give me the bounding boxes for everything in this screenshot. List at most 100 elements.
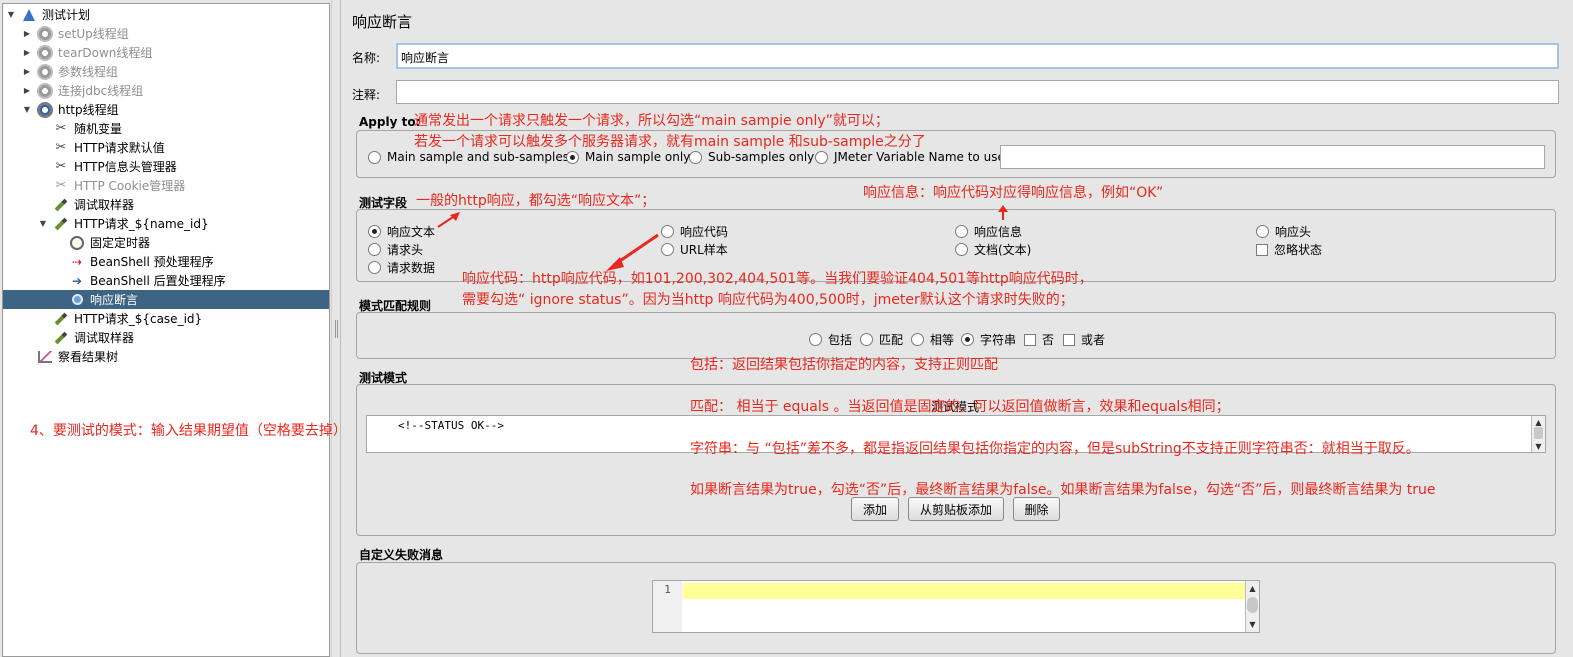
- radio-response-message[interactable]: 响应信息: [955, 223, 1022, 240]
- tree-node-label: setUp线程组: [58, 27, 129, 41]
- jmeter-variable-input[interactable]: [1000, 145, 1545, 169]
- pattern-row-value[interactable]: <!--STATUS OK-->: [398, 419, 504, 432]
- radio-jmeter-variable[interactable]: JMeter Variable Name to use: [815, 150, 1005, 164]
- expand-toggle-icon[interactable]: ▼: [6, 10, 16, 19]
- radio-icon: [368, 243, 381, 256]
- checkbox-label: 否: [1042, 333, 1055, 347]
- tree-node-beanshell-post[interactable]: ➔ BeanShell 后置处理程序: [3, 271, 226, 290]
- expand-toggle-icon[interactable]: ▶: [22, 48, 32, 57]
- checkbox-or[interactable]: 或者: [1063, 331, 1105, 348]
- radio-icon: [860, 333, 873, 346]
- annotation-negate: 如果断言结果为true，勾选“否”后，最终断言结果为false。如果断言结果为f…: [690, 482, 1436, 498]
- checkbox-icon: [1256, 243, 1268, 256]
- radio-response-text[interactable]: 响应文本: [368, 223, 435, 240]
- add-button[interactable]: 添加: [851, 497, 899, 521]
- tree-node-beanshell-pre[interactable]: ⇢ BeanShell 预处理程序: [3, 252, 214, 271]
- arrow-head: [450, 212, 460, 221]
- tree-node-cookie-manager[interactable]: ✂ HTTP Cookie管理器: [3, 176, 186, 195]
- radio-matches[interactable]: 匹配: [860, 331, 903, 348]
- radio-label: JMeter Variable Name to use: [834, 150, 1005, 164]
- radio-request-headers[interactable]: 请求头: [368, 241, 423, 258]
- scroll-thumb[interactable]: [1534, 427, 1543, 439]
- splitter-grip[interactable]: [335, 320, 338, 338]
- tree-node-response-assertion[interactable]: 响应断言: [3, 290, 329, 309]
- expand-toggle-icon[interactable]: ▼: [38, 219, 48, 228]
- radio-sub-only[interactable]: Sub-samples only: [689, 150, 814, 164]
- scroll-up-icon[interactable]: [1532, 416, 1545, 426]
- failure-message-editor[interactable]: 1: [652, 580, 1260, 633]
- radio-equals[interactable]: 相等: [911, 331, 954, 348]
- annotation-matches: 匹配： 相当于 equals 。当返回值是固定的，可以返回值做断言，效果和equ…: [690, 399, 1230, 415]
- tree-node-header-manager[interactable]: ✂ HTTP信息头管理器: [3, 157, 177, 176]
- add-from-clipboard-button[interactable]: 从剪贴板添加: [908, 497, 1004, 521]
- expand-toggle-icon[interactable]: ▶: [22, 86, 32, 95]
- radio-icon: [1256, 225, 1269, 238]
- pen-icon: [53, 216, 69, 232]
- tree-node-http-thread-group[interactable]: ▼ http线程组: [3, 100, 119, 119]
- test-field-title: 测试字段: [359, 196, 408, 210]
- tree-node-constant-timer[interactable]: 固定定时器: [3, 233, 150, 252]
- tree-node-debug-sampler-2[interactable]: 调试取样器: [3, 328, 134, 347]
- scroll-up-icon[interactable]: [1246, 581, 1259, 593]
- radio-icon: [368, 261, 381, 274]
- tree-node-label: http线程组: [58, 103, 119, 117]
- radio-label: 响应文本: [387, 225, 436, 239]
- radio-label: Main sample and sub-samples: [387, 150, 569, 164]
- annotation-contains: 包括：返回结果包括你指定的内容，支持正则匹配: [690, 357, 998, 373]
- tree-node-http-request-name[interactable]: ▼ HTTP请求_${name_id}: [3, 214, 209, 233]
- annotation-apply-to-2: 若发一个请求可以触发多个服务器请求，就有main sample 和sub-sam…: [414, 134, 926, 150]
- checkbox-not[interactable]: 否: [1024, 331, 1054, 348]
- tree-node-debug-sampler[interactable]: 调试取样器: [3, 195, 134, 214]
- tree-node-setup-thread-group[interactable]: ▶ setUp线程组: [3, 24, 129, 43]
- radio-label: 文档(文本): [974, 243, 1032, 257]
- radio-url-sample[interactable]: URL样本: [661, 241, 728, 258]
- radio-label: Sub-samples only: [708, 150, 815, 164]
- expand-toggle-icon[interactable]: ▶: [22, 29, 32, 38]
- radio-response-headers[interactable]: 响应头: [1256, 223, 1311, 240]
- comment-label: 注释:: [352, 88, 381, 102]
- tree-node-param-thread-group[interactable]: ▶ 参数线程组: [3, 62, 118, 81]
- test-plan-tree[interactable]: ▼ 测试计划 ▶ setUp线程组 ▶ tearDown线程组 ▶ 参数线程组 …: [2, 3, 330, 657]
- patterns-scrollbar[interactable]: [1531, 416, 1545, 452]
- scroll-thumb[interactable]: [1247, 597, 1258, 613]
- tree-node-jdbc-thread-group[interactable]: ▶ 连接jdbc线程组: [3, 81, 143, 100]
- scissors-icon: ✂: [55, 158, 67, 174]
- tree-node-view-results-tree[interactable]: 察看结果树: [3, 347, 118, 366]
- expand-toggle-icon[interactable]: ▶: [22, 67, 32, 76]
- radio-document-text[interactable]: 文档(文本): [955, 241, 1031, 258]
- scroll-down-icon[interactable]: [1532, 440, 1545, 450]
- radio-contains[interactable]: 包括: [809, 331, 852, 348]
- expand-toggle-icon[interactable]: ▼: [22, 105, 32, 114]
- radio-response-code[interactable]: 响应代码: [661, 223, 728, 240]
- tree-node-http-defaults[interactable]: ✂ HTTP请求默认值: [3, 138, 165, 157]
- delete-button[interactable]: 删除: [1013, 497, 1060, 521]
- tree-node-teardown-thread-group[interactable]: ▶ tearDown线程组: [3, 43, 152, 62]
- tree-node-http-request-case[interactable]: HTTP请求_${case_id}: [3, 309, 202, 328]
- tree-node-random-variable[interactable]: ✂ 随机变量: [3, 119, 122, 138]
- current-line-highlight[interactable]: [683, 583, 1245, 599]
- checkbox-label: 或者: [1081, 333, 1106, 347]
- radio-main-only[interactable]: Main sample only: [566, 150, 690, 164]
- pen-icon: [53, 330, 69, 346]
- name-field[interactable]: 响应断言: [396, 43, 1559, 69]
- annotation-apply-to-1: 通常发出一个请求只触发一个请求，所以勾选“main sampie only”就可…: [414, 113, 889, 129]
- line-number-gutter: 1: [653, 581, 682, 632]
- pen-icon: [53, 311, 69, 327]
- radio-substring[interactable]: 字符串: [961, 331, 1016, 348]
- radio-main-and-sub[interactable]: Main sample and sub-samples: [368, 150, 569, 164]
- tree-node-test-plan[interactable]: ▼ 测试计划: [3, 5, 90, 24]
- gear-icon: [37, 63, 53, 80]
- tree-node-label: 固定定时器: [90, 236, 151, 250]
- radio-request-data[interactable]: 请求数据: [368, 259, 435, 276]
- radio-icon: [961, 333, 974, 346]
- annotation-response-code-2: 需要勾选“ ignore status”。因为当http 响应代码为400,50…: [462, 292, 1074, 308]
- radio-label: 匹配: [879, 333, 904, 347]
- radio-label: 响应头: [1275, 225, 1312, 239]
- scroll-down-icon[interactable]: [1246, 617, 1259, 629]
- comment-field[interactable]: [396, 80, 1559, 104]
- tree-node-label: 随机变量: [74, 122, 123, 136]
- preprocessor-icon: ⇢: [71, 254, 83, 269]
- checkbox-ignore-status[interactable]: 忽略状态: [1256, 241, 1322, 258]
- editor-scrollbar[interactable]: [1245, 581, 1259, 632]
- pane-splitter[interactable]: [331, 0, 341, 657]
